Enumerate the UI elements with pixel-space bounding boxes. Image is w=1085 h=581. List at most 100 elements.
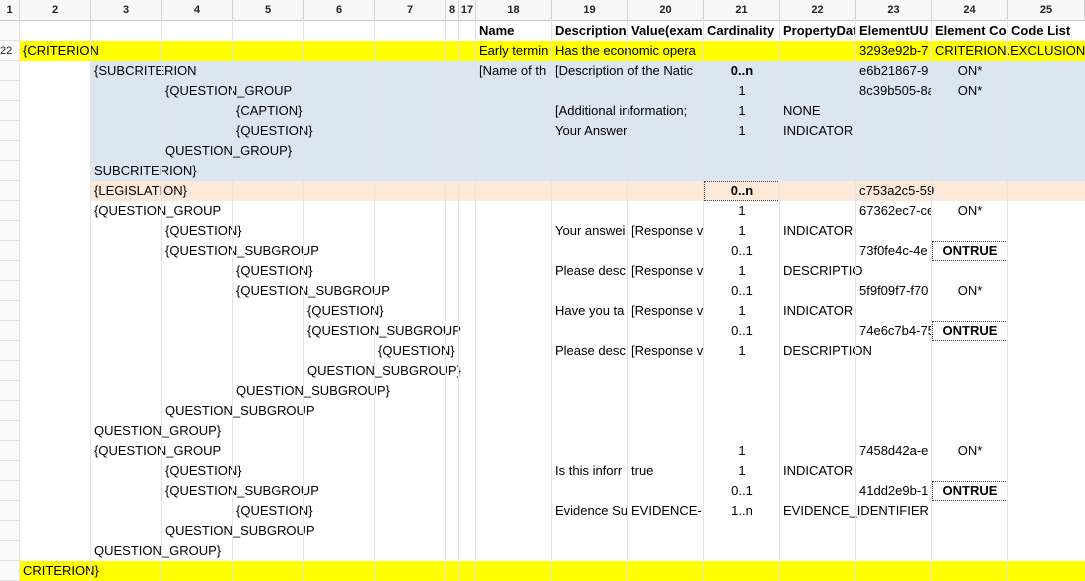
column-header-17[interactable]: 17 xyxy=(459,0,476,20)
cell-col-3[interactable]: QUESTION_GROUP} xyxy=(91,421,1085,441)
cell-col-22[interactable]: DESCRIPTION xyxy=(780,341,1085,361)
cell-col-19[interactable]: Your answei xyxy=(552,221,628,241)
column-header-3[interactable]: 3 xyxy=(91,0,162,20)
row-header[interactable] xyxy=(0,401,20,421)
cell-col-23[interactable]: 3293e92b-7 xyxy=(856,41,932,61)
row-header[interactable] xyxy=(0,261,20,281)
cell-col-3[interactable]: {LEGISLATION} xyxy=(91,181,704,201)
cell-col-4[interactable]: {QUESTION_SUBGROUP xyxy=(162,241,704,261)
cell-col-21[interactable]: 1 xyxy=(704,461,780,481)
column-header-20[interactable]: 20 xyxy=(628,0,704,20)
cell-col-21[interactable]: Cardinality xyxy=(704,21,780,41)
row-header[interactable] xyxy=(0,541,20,561)
cell-col-23[interactable]: 5f9f09f7-f70 xyxy=(856,281,932,301)
cell-col-22[interactable]: INDICATOR xyxy=(780,121,1085,141)
cell-col-5[interactable]: {CAPTION} xyxy=(233,101,552,121)
cell-col-22[interactable]: PropertyDat xyxy=(780,21,856,41)
cell-col-22[interactable]: INDICATOR xyxy=(780,461,1085,481)
cell-col-21[interactable]: 0..1 xyxy=(704,321,780,341)
cell-col-21[interactable]: 0..1 xyxy=(704,481,780,501)
cell-col-3[interactable]: {SUBCRITERION xyxy=(91,61,476,81)
cell-col-3[interactable]: SUBCRITERION} xyxy=(91,161,1085,181)
cell-col-23[interactable]: 74e6c7b4-75 xyxy=(856,321,932,341)
column-header-8[interactable]: 8 xyxy=(446,0,459,20)
row-header[interactable] xyxy=(0,501,20,521)
cell-col-22[interactable]: DESCRIPTIO xyxy=(780,261,1085,281)
spreadsheet-grid[interactable]: 1 2 3 4 5 6 7 8 17 18 19 20 21 22 23 24 25 Name Descripti… xyxy=(0,0,1085,581)
cell-col-24[interactable]: ON* xyxy=(932,201,1008,221)
cell-col-24[interactable]: ON* xyxy=(932,61,1008,81)
column-header-4[interactable]: 4 xyxy=(162,0,233,20)
cell-col-24[interactable]: ONTRUE xyxy=(932,321,1008,341)
cell-col-24[interactable]: CRITERION.EXCLUSION.C xyxy=(932,41,1085,61)
cell-col-23[interactable]: e6b21867-9 xyxy=(856,61,932,81)
row-header[interactable] xyxy=(0,101,20,121)
cell-col-19[interactable]: [Additional information; xyxy=(552,101,704,121)
row-header[interactable] xyxy=(0,201,20,221)
cell-col-4[interactable]: QUESTION_SUBGROUP xyxy=(162,401,1085,421)
cell-col-24[interactable]: Element Co xyxy=(932,21,1008,41)
row-header[interactable] xyxy=(0,81,20,101)
row-header[interactable] xyxy=(0,61,20,81)
cell-col-19[interactable]: Your Answer xyxy=(552,121,704,141)
cell-col-22[interactable]: INDICATOR xyxy=(780,221,1085,241)
cell-col-22[interactable]: INDICATOR xyxy=(780,301,1085,321)
cell-col-6[interactable]: {QUESTION} xyxy=(304,301,552,321)
cell-col-4[interactable]: {QUESTION} xyxy=(162,461,552,481)
column-header-22[interactable]: 22 xyxy=(780,0,856,20)
cell-col-4[interactable]: QUESTION_GROUP} xyxy=(162,141,1085,161)
cell-col-2[interactable]: CRITERION} xyxy=(20,561,1085,581)
cell-col-19[interactable]: Is this inforr xyxy=(552,461,628,481)
cell-col-20[interactable]: [Response v xyxy=(628,261,704,281)
row-header[interactable] xyxy=(0,361,20,381)
cell-col-21[interactable]: 1 xyxy=(704,201,780,221)
cell-col-4[interactable]: {QUESTION_SUBGROUP xyxy=(162,481,704,501)
cell-col-23[interactable]: 8c39b505-8a xyxy=(856,81,932,101)
column-header-19[interactable]: 19 xyxy=(552,0,628,20)
cell-col-23[interactable]: 73f0fe4c-4e xyxy=(856,241,932,261)
cell-col-21[interactable]: 1 xyxy=(704,221,780,241)
cell-col-5[interactable]: QUESTION_SUBGROUP} xyxy=(233,381,1085,401)
cell-col-19[interactable]: Please desc xyxy=(552,341,628,361)
row-header[interactable] xyxy=(0,321,20,341)
cell-col-21[interactable]: 0..1 xyxy=(704,281,780,301)
cell-col-20[interactable]: Value(exam xyxy=(628,21,704,41)
column-header-18[interactable]: 18 xyxy=(476,0,552,20)
column-header-7[interactable]: 7 xyxy=(375,0,446,20)
cell-col-21[interactable]: 1 xyxy=(704,341,780,361)
row-header[interactable]: 22 xyxy=(0,41,20,61)
cell-col-19[interactable]: [Description of the Natic xyxy=(552,61,704,81)
cell-col-18[interactable]: Name xyxy=(476,21,552,41)
cell-col-19[interactable]: Please desc xyxy=(552,261,628,281)
cell-col-23[interactable]: 41dd2e9b-1 xyxy=(856,481,932,501)
row-header[interactable] xyxy=(0,441,20,461)
cell-col-2[interactable]: {CRITERION xyxy=(20,41,476,61)
row-header[interactable] xyxy=(0,461,20,481)
cell-col-21[interactable]: 1 xyxy=(704,441,780,461)
row-header[interactable] xyxy=(0,181,20,201)
row-header[interactable] xyxy=(0,161,20,181)
cell-col-21[interactable]: 1 xyxy=(704,81,780,101)
cell-col-20[interactable]: [Response v xyxy=(628,341,704,361)
cell-col-21[interactable]: 1 xyxy=(704,301,780,321)
cell-col-19[interactable]: Evidence Su xyxy=(552,501,628,521)
cell-col-5[interactable]: {QUESTION} xyxy=(233,261,552,281)
cell-col-24[interactable]: ON* xyxy=(932,441,1008,461)
row-header[interactable] xyxy=(0,301,20,321)
cell-col-19[interactable]: Have you ta xyxy=(552,301,628,321)
column-header-24[interactable]: 24 xyxy=(932,0,1008,20)
row-header[interactable] xyxy=(0,221,20,241)
cell-col-18[interactable]: [Name of th xyxy=(476,61,552,81)
row-header[interactable] xyxy=(0,21,20,41)
cell-col-22[interactable]: EVIDENCE_IDENTIFIER xyxy=(780,501,1085,521)
cell-col-21[interactable]: 1 xyxy=(704,261,780,281)
cell-col-24[interactable]: ONTRUE xyxy=(932,241,1008,261)
cell-col-21[interactable]: 0..n xyxy=(704,181,780,201)
cell-col-3[interactable]: QUESTION_GROUP} xyxy=(91,541,1085,561)
cell-col-23[interactable]: 67362ec7-ce xyxy=(856,201,932,221)
cell-col-4[interactable]: {QUESTION} xyxy=(162,221,552,241)
cell-col-23[interactable]: c753a2c5-59 xyxy=(856,181,1085,201)
cell-col-20[interactable]: [Response v xyxy=(628,301,704,321)
cell-col-4[interactable]: {QUESTION_GROUP xyxy=(162,81,704,101)
row-header[interactable] xyxy=(0,381,20,401)
